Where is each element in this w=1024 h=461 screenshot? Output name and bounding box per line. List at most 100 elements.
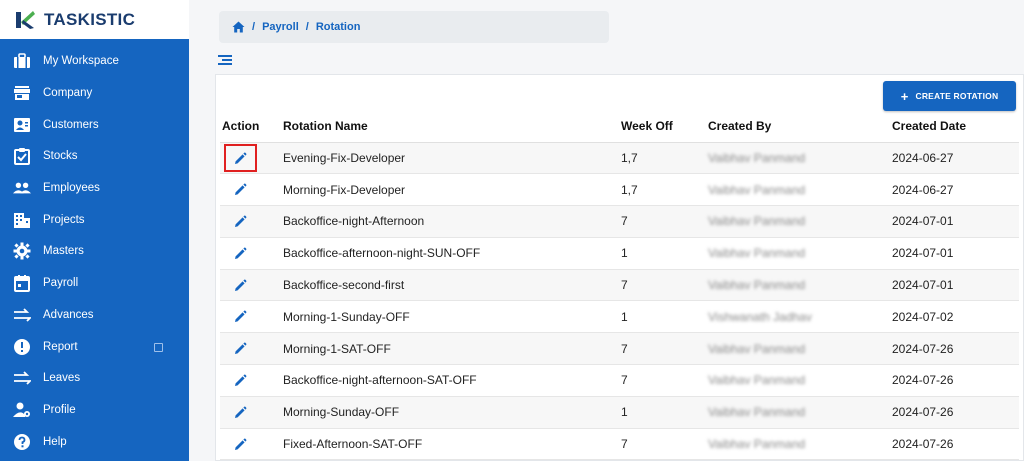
created-date-cell: 2024-07-01 <box>890 205 1019 238</box>
created-date-cell: 2024-07-01 <box>890 237 1019 270</box>
person-gear-icon <box>13 401 31 419</box>
header-rotation-name[interactable]: Rotation Name <box>281 111 619 143</box>
header-week-off[interactable]: Week Off <box>619 111 706 143</box>
expand-icon[interactable] <box>154 342 163 352</box>
swap-arrows-icon <box>13 306 31 324</box>
created-date-text: 2024-07-26 <box>892 405 954 420</box>
action-cell <box>220 428 281 461</box>
table-row: Evening-Fix-Developer 1,7 Vaibhav Panmand 2… <box>220 142 1019 175</box>
action-cell <box>220 300 281 334</box>
created-date-cell: 2024-06-27 <box>890 142 1019 175</box>
created-by-cell: Vaibhav Panmand <box>706 237 890 270</box>
week-off-text: 7 <box>621 341 628 356</box>
action-cell <box>220 237 281 270</box>
app-logo[interactable]: TASKISTIC <box>0 0 189 39</box>
week-off-cell: 1,7 <box>619 142 706 175</box>
edit-pencil-icon[interactable] <box>233 310 247 324</box>
week-off-cell: 7 <box>619 332 706 366</box>
action-cell <box>220 269 281 302</box>
sidebar-item-employees[interactable]: Employees <box>0 173 189 203</box>
rotation-name-cell: Fixed-Afternoon-SAT-OFF <box>281 428 619 461</box>
action-cell <box>220 205 281 238</box>
created-date-text: 2024-07-26 <box>892 437 954 452</box>
header-created-date[interactable]: Created Date <box>890 111 1019 143</box>
sidebar-item-advances[interactable]: Advances <box>0 300 189 330</box>
created-date-text: 2024-07-01 <box>892 246 954 261</box>
breadcrumb-payroll[interactable]: Payroll <box>262 21 299 33</box>
edit-pencil-icon[interactable] <box>233 406 247 420</box>
sidebar-item-payroll[interactable]: Payroll <box>0 268 189 298</box>
table-row: Fixed-Afternoon-SAT-OFF 7 Vaibhav Panmand 2… <box>220 428 1019 461</box>
edit-pencil-icon[interactable] <box>233 152 247 166</box>
sidebar-item-customers[interactable]: Customers <box>0 110 189 140</box>
created-date-cell: 2024-07-02 <box>890 300 1019 334</box>
rotation-name-text: Backoffice-second-first <box>283 278 405 293</box>
sidebar-item-my-workspace[interactable]: My Workspace <box>0 46 189 76</box>
sidebar-item-report[interactable]: Report <box>0 332 189 362</box>
sidebar-item-leaves[interactable]: Leaves <box>0 363 189 393</box>
created-date-text: 2024-06-27 <box>892 150 954 165</box>
edit-pencil-icon[interactable] <box>233 438 247 452</box>
rotation-name-text: Backoffice-night-afternoon-SAT-OFF <box>283 373 477 388</box>
created-date-text: 2024-07-02 <box>892 309 954 324</box>
breadcrumb-rotation: Rotation <box>315 21 361 33</box>
edit-pencil-icon[interactable] <box>233 247 247 261</box>
table-row: Morning-Fix-Developer 1,7 Vaibhav Panmand 2… <box>220 173 1019 207</box>
breadcrumb-separator: / <box>305 21 309 33</box>
sidebar-item-projects[interactable]: Projects <box>0 205 189 235</box>
week-off-text: 7 <box>621 278 628 293</box>
table-row: Backoffice-second-first 7 Vaibhav Panmand 2… <box>220 269 1019 302</box>
created-by-text: Vaibhav Panmand <box>708 437 806 452</box>
table-row: Backoffice-afternoon-night-SUN-OFF 1 Vaibh… <box>220 237 1019 270</box>
calendar-icon <box>13 274 31 292</box>
sidebar-item-help[interactable]: Help <box>0 427 189 457</box>
edit-pencil-icon[interactable] <box>233 215 247 229</box>
edit-pencil-icon[interactable] <box>233 342 247 356</box>
building-icon <box>13 211 31 229</box>
rotation-name-text: Backoffice-night-Afternoon <box>283 214 425 229</box>
table-row: Backoffice-night-afternoon-SAT-OFF 7 Vaibh… <box>220 364 1019 397</box>
people-icon <box>13 179 31 197</box>
sidebar-item-label: Company <box>43 87 93 99</box>
edit-pencil-icon[interactable] <box>233 279 247 293</box>
week-off-text: 7 <box>621 373 628 388</box>
menu-toggle-icon[interactable] <box>218 53 234 67</box>
created-date-cell: 2024-06-27 <box>890 173 1019 207</box>
rotation-name-cell: Morning-Fix-Developer <box>281 173 619 207</box>
breadcrumb-separator: / <box>252 21 256 33</box>
sidebar-item-label: Stocks <box>43 150 78 162</box>
sidebar-item-stocks[interactable]: Stocks <box>0 141 189 171</box>
week-off-cell: 1 <box>619 300 706 334</box>
home-icon[interactable] <box>232 21 245 33</box>
create-rotation-button[interactable]: + CREATE ROTATION <box>883 81 1016 111</box>
created-by-text: Vaibhav Panmand <box>708 246 806 261</box>
created-date-text: 2024-07-01 <box>892 278 954 293</box>
created-by-cell: Vaibhav Panmand <box>706 142 890 175</box>
sidebar-item-label: My Workspace <box>43 55 119 67</box>
table-row: Backoffice-night-Afternoon 7 Vaibhav Panma… <box>220 205 1019 238</box>
created-by-text: Vaibhav Panmand <box>708 182 806 197</box>
week-off-text: 1 <box>621 405 628 420</box>
created-date-text: 2024-07-26 <box>892 373 954 388</box>
week-off-text: 1,7 <box>621 150 638 165</box>
breadcrumb: / Payroll / Rotation <box>219 11 609 43</box>
alert-circle-icon <box>13 338 31 356</box>
week-off-cell: 7 <box>619 269 706 302</box>
sidebar-item-company[interactable]: Company <box>0 78 189 108</box>
sidebar-item-label: Masters <box>43 245 84 257</box>
rotation-name-cell: Backoffice-afternoon-night-SUN-OFF <box>281 237 619 270</box>
sidebar-item-profile[interactable]: Profile <box>0 395 189 425</box>
action-cell <box>220 142 281 175</box>
created-by-cell: Vaibhav Panmand <box>706 269 890 302</box>
action-cell <box>220 173 281 207</box>
week-off-text: 7 <box>621 437 628 452</box>
created-by-cell: Vaibhav Panmand <box>706 205 890 238</box>
created-date-cell: 2024-07-01 <box>890 269 1019 302</box>
header-created-by[interactable]: Created By <box>706 111 890 143</box>
created-date-text: 2024-06-27 <box>892 182 954 197</box>
rotation-name-cell: Morning-1-Sunday-OFF <box>281 300 619 334</box>
edit-pencil-icon[interactable] <box>233 374 247 388</box>
sidebar-item-masters[interactable]: Masters <box>0 236 189 266</box>
edit-pencil-icon[interactable] <box>233 183 247 197</box>
sidebar-item-label: Advances <box>43 309 94 321</box>
